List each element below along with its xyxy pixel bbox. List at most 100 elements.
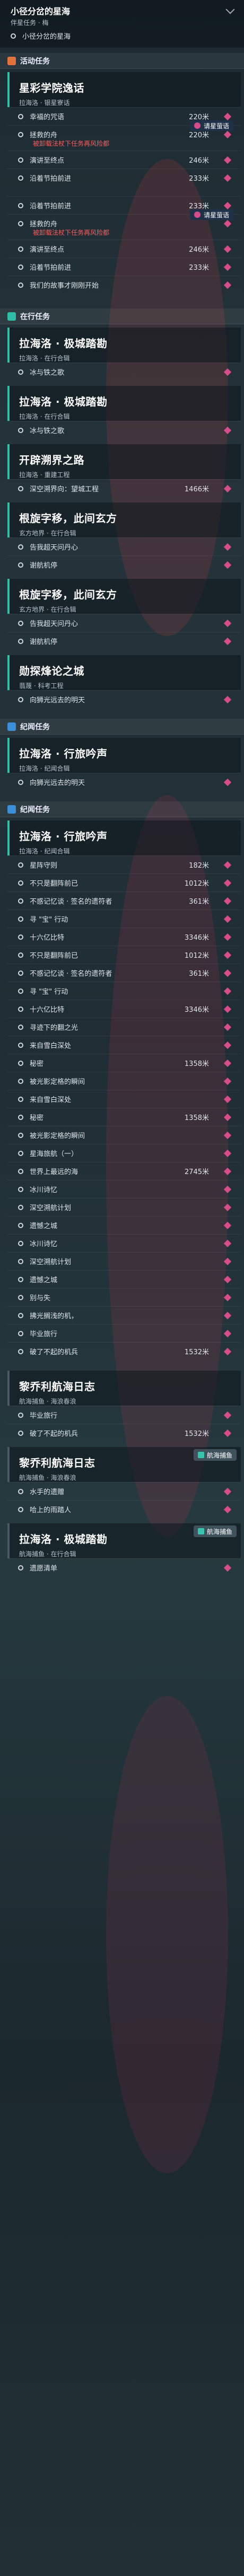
- quest-step[interactable]: 破了不起的机兵 1532米: [7, 1424, 241, 1442]
- quest-step[interactable]: 水手的遗赠: [7, 1482, 241, 1500]
- quest-header[interactable]: 黎乔利航海日志 航海捕鱼 · 海浪春浪 航海捕鱼: [7, 1447, 241, 1482]
- quest-header[interactable]: 拉海洛 · 行旅吟声 拉海洛 · 纪闻合辑: [7, 738, 241, 773]
- waypoint-marker-icon[interactable]: [223, 1203, 232, 1211]
- waypoint-marker-icon[interactable]: [223, 543, 232, 551]
- waypoint-marker-icon[interactable]: [223, 1347, 232, 1355]
- waypoint-marker-icon[interactable]: [223, 1293, 232, 1301]
- tracked-quest-panel[interactable]: 小径分岔的星海 伴星任务 · 梅 小径分岔的星海: [0, 0, 244, 48]
- quest-header[interactable]: 拉海洛 · 极城踏勘 拉海洛 · 在行合辑: [7, 386, 241, 421]
- quest-step[interactable]: 秘密 1358米: [7, 1054, 241, 1072]
- quest-step[interactable]: 被光影定格的瞬间: [7, 1072, 241, 1090]
- quest-card[interactable]: 黎乔利航海日志 航海捕鱼 · 海浪春浪 航海捕鱼 水手的遗赠 哈上的雨踏人: [0, 1447, 244, 1518]
- waypoint-marker-icon[interactable]: [223, 263, 232, 271]
- quest-step[interactable]: 寻 "宝" 行动: [7, 982, 241, 1000]
- waypoint-marker-icon[interactable]: [223, 861, 232, 869]
- quest-step[interactable]: 谢航机停: [7, 555, 241, 574]
- quest-card[interactable]: 拉海洛 · 行旅吟声 拉海洛 · 纪闻合辑 星阵守则 182米 不只是翻阵前已 1012米…: [0, 821, 244, 1360]
- quest-step[interactable]: 冰与铁之歌: [7, 421, 241, 439]
- waypoint-marker-icon[interactable]: [223, 1505, 232, 1513]
- quest-step[interactable]: 遗憾之城: [7, 1270, 241, 1288]
- chevron-down-icon[interactable]: [225, 5, 235, 14]
- waypoint-marker-icon[interactable]: [223, 1257, 232, 1265]
- quest-step[interactable]: 告我超天问丹心: [7, 614, 241, 632]
- waypoint-marker-icon[interactable]: [223, 1041, 232, 1049]
- quest-card[interactable]: 拉海洛 · 极城踏勘 拉海洛 · 在行合辑 冰与铁之歌: [0, 328, 244, 381]
- quest-step[interactable]: 沿着节拍前进 233米: [7, 258, 241, 276]
- quest-step[interactable]: 寻迹下的翻之光: [7, 1018, 241, 1036]
- waypoint-marker-icon[interactable]: [223, 879, 232, 887]
- quest-card[interactable]: 勋探烽论之城 翡蔑 · 科考工程 向狮光远去的明天: [0, 655, 244, 708]
- waypoint-marker-icon[interactable]: [223, 1059, 232, 1067]
- quest-step[interactable]: 世界上最远的海 2745米: [7, 1162, 241, 1180]
- quest-card[interactable]: 根旋字移，此间玄方 玄方地界 · 在行合辑 告我超天问丹心 谢航机停: [0, 579, 244, 650]
- quest-step[interactable]: 冰川诗忆: [7, 1180, 241, 1198]
- quest-step[interactable]: 秘密 1358米: [7, 1108, 241, 1126]
- quest-step[interactable]: 来自雪白深处: [7, 1090, 241, 1108]
- quest-step[interactable]: 别与失: [7, 1288, 241, 1306]
- quest-card[interactable]: 拉海洛 · 极城踏勘 航海捕鱼 · 在行合辑 航海捕鱼 遗愿清单: [0, 1523, 244, 1576]
- waypoint-marker-icon[interactable]: [223, 695, 232, 703]
- quest-step[interactable]: 拂光搁浅的机，: [7, 1306, 241, 1324]
- waypoint-marker-icon[interactable]: [223, 281, 232, 289]
- quest-header[interactable]: 黎乔利航海日志 航海捕鱼 · 海浪春浪: [7, 1371, 241, 1406]
- waypoint-marker-icon[interactable]: [223, 1329, 232, 1337]
- waypoint-marker-icon[interactable]: [223, 156, 232, 164]
- quest-step[interactable]: 沿着节拍前进 233米: [7, 169, 241, 187]
- quest-step[interactable]: 来自雪白深处: [7, 1036, 241, 1054]
- quest-step[interactable]: 向狮光远去的明天: [7, 690, 241, 708]
- waypoint-marker-icon[interactable]: [223, 1149, 232, 1157]
- waypoint-marker-icon[interactable]: [223, 1429, 232, 1437]
- quest-step[interactable]: 星阵守则 182米: [7, 855, 241, 874]
- waypoint-marker-icon[interactable]: [223, 561, 232, 569]
- quest-step[interactable]: 谢航机停: [7, 632, 241, 650]
- waypoint-marker-icon[interactable]: [223, 1487, 232, 1495]
- quest-header[interactable]: 开辟溯界之路 拉海洛 · 重建工程: [7, 444, 241, 479]
- quest-step[interactable]: 演讲至终点 246米: [7, 151, 241, 169]
- quest-step[interactable]: 向狮光远去的明天: [7, 773, 241, 791]
- waypoint-marker-icon[interactable]: [223, 1113, 232, 1121]
- waypoint-marker-icon[interactable]: [223, 1023, 232, 1031]
- waypoint-marker-icon[interactable]: [223, 1239, 232, 1247]
- waypoint-marker-icon[interactable]: [223, 130, 232, 138]
- quest-header[interactable]: 拉海洛 · 行旅吟声 拉海洛 · 纪闻合辑: [7, 821, 241, 855]
- waypoint-marker-icon[interactable]: [223, 1411, 232, 1419]
- waypoint-marker-icon[interactable]: [223, 1185, 232, 1193]
- waypoint-marker-icon[interactable]: [223, 1221, 232, 1229]
- quest-card[interactable]: 根旋字移，此间玄方 玄方地界 · 在行合辑 告我超天问丹心 谢航机停: [0, 502, 244, 574]
- quest-step[interactable]: 被光影定格的瞬间: [7, 1126, 241, 1144]
- quest-header[interactable]: 星彩学院逸话 拉海洛 · 银星寮话: [7, 72, 241, 107]
- waypoint-marker-icon[interactable]: [223, 1564, 232, 1572]
- quest-step[interactable]: 破了不起的机兵 1532米: [7, 1342, 241, 1360]
- waypoint-marker-icon[interactable]: [223, 969, 232, 977]
- quest-header[interactable]: 根旋字移，此间玄方 玄方地界 · 在行合辑: [7, 502, 241, 537]
- waypoint-marker-icon[interactable]: [223, 1077, 232, 1085]
- quest-step[interactable]: 冰与铁之歌: [7, 363, 241, 381]
- quest-step[interactable]: 十六亿比特 3346米: [7, 928, 241, 946]
- quest-header[interactable]: 根旋字移，此间玄方 玄方地界 · 在行合辑: [7, 579, 241, 614]
- waypoint-marker-icon[interactable]: [223, 987, 232, 995]
- quest-step[interactable]: 深空溯界向：望城工程 1466米: [7, 479, 241, 497]
- quest-step[interactable]: 我们的故事才刚刚开始: [7, 276, 241, 294]
- waypoint-marker-icon[interactable]: [223, 778, 232, 786]
- quest-step[interactable]: 深空溯航计划: [7, 1252, 241, 1270]
- quest-step[interactable]: 毕业旅行: [7, 1406, 241, 1424]
- quest-step[interactable]: 拯救的舟 220米 请星萤语: [7, 120, 241, 143]
- quest-card[interactable]: 星彩学院逸话 拉海洛 · 银星寮话 幸福的咒语 220米 拯救的舟 220米 请星萤语 被卸载…: [0, 72, 244, 187]
- waypoint-marker-icon[interactable]: [223, 245, 232, 253]
- waypoint-marker-icon[interactable]: [223, 368, 232, 376]
- quest-step[interactable]: 深空溯航计划: [7, 1198, 241, 1216]
- waypoint-marker-icon[interactable]: [223, 933, 232, 941]
- quest-card[interactable]: 沿着节拍前进 233米 拯救的舟 请星萤语 被卸载法杖下任务再风险都 演讲至终点 246米沿…: [0, 196, 244, 294]
- quest-step[interactable]: 寻 "宝" 行动: [7, 910, 241, 928]
- quest-card[interactable]: 拉海洛 · 行旅吟声 拉海洛 · 纪闻合辑 向狮光远去的明天: [0, 738, 244, 791]
- waypoint-marker-icon[interactable]: [223, 1275, 232, 1283]
- quest-header[interactable]: 勋探烽论之城 翡蔑 · 科考工程: [7, 655, 241, 690]
- quest-step[interactable]: 不惑记忆谈 · 签名的遗符者 361米: [7, 892, 241, 910]
- quest-step[interactable]: 星海旅航（一）: [7, 1144, 241, 1162]
- waypoint-marker-icon[interactable]: [223, 1005, 232, 1013]
- quest-step[interactable]: 毕业旅行: [7, 1324, 241, 1342]
- waypoint-marker-icon[interactable]: [223, 637, 232, 645]
- quest-step[interactable]: 遗愿清单: [7, 1558, 241, 1576]
- waypoint-marker-icon[interactable]: [223, 1095, 232, 1103]
- waypoint-marker-icon[interactable]: [223, 426, 232, 434]
